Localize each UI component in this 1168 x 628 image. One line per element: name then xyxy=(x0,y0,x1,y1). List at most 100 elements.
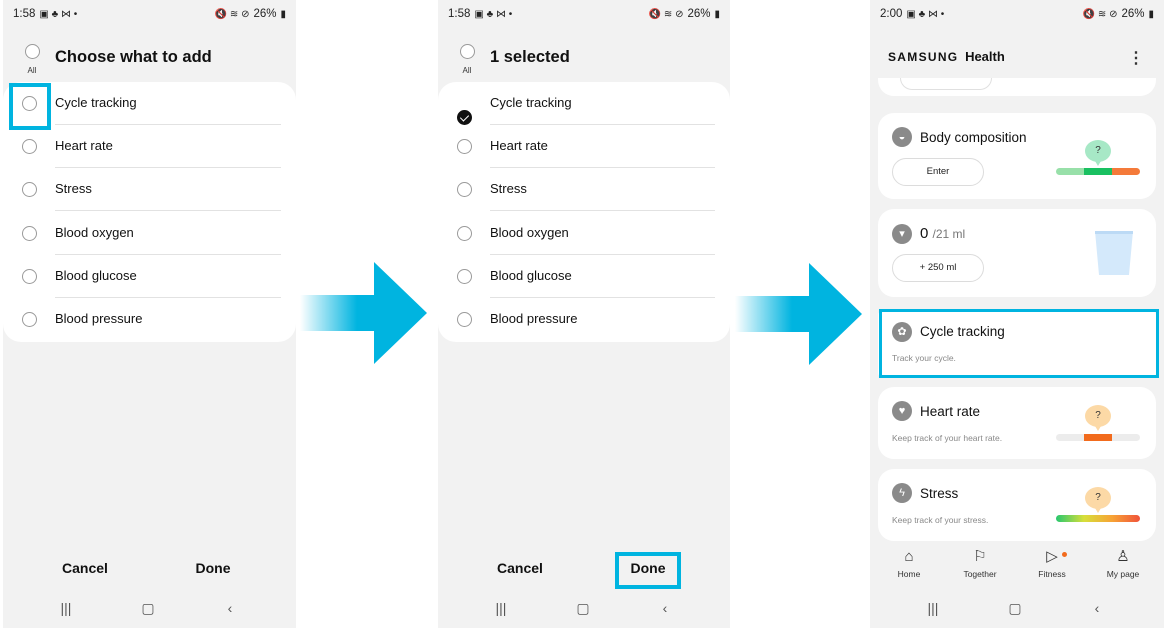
phone-screen-choose: 1:58 ▣ ♣ ⋈ • 🔇 ≋ ⊘ 26% ▮ All Choose what… xyxy=(3,0,296,628)
radio-heart-rate[interactable] xyxy=(22,139,37,154)
item-label: Blood glucose xyxy=(55,268,137,283)
radio-blood-oxygen[interactable] xyxy=(22,226,37,241)
cancel-button[interactable]: Cancel xyxy=(470,560,570,576)
back-icon[interactable]: ‹ xyxy=(655,600,675,616)
back-icon[interactable]: ‹ xyxy=(1087,600,1107,616)
notification-icons: ▣ ♣ ⋈ • xyxy=(39,8,78,20)
radio-stress[interactable] xyxy=(22,182,37,197)
card-title: Body composition xyxy=(920,130,1027,145)
arrow-right-icon xyxy=(735,263,862,365)
back-icon[interactable]: ‹ xyxy=(220,600,240,616)
item-label: Stress xyxy=(490,181,527,196)
heart-rate-bar xyxy=(1056,434,1140,441)
radio-blood-pressure[interactable] xyxy=(457,312,472,327)
select-all-label: All xyxy=(27,66,37,75)
nav-label: Home xyxy=(897,569,921,579)
recents-icon[interactable]: ||| xyxy=(56,600,76,616)
item-list: Cycle tracking Heart rate Stress Blood o… xyxy=(438,82,730,342)
list-item-blood-glucose[interactable]: Blood glucose xyxy=(3,255,296,298)
person-icon: ♙ xyxy=(1116,548,1130,565)
status-bubble: ? xyxy=(1085,487,1111,513)
fitness-icon: ▷ xyxy=(1046,548,1058,565)
battery-percent: 26% xyxy=(1121,8,1145,20)
cancel-button[interactable]: Cancel xyxy=(35,560,135,576)
more-options-icon[interactable]: ⋮ xyxy=(1128,48,1144,68)
list-item-stress[interactable]: Stress xyxy=(438,168,730,211)
select-all-toggle[interactable]: All xyxy=(21,44,43,75)
bottom-navigation: ⌂ Home ⚐ Together ▷ Fitness ♙ My page xyxy=(870,548,1164,588)
body-composition-bar xyxy=(1056,168,1140,175)
list-item-blood-glucose[interactable]: Blood glucose xyxy=(438,255,730,298)
sheet-title: 1 selected xyxy=(490,48,570,66)
select-all-radio[interactable] xyxy=(24,44,40,59)
water-intake: 0 /21 ml xyxy=(920,225,965,242)
nav-label: Fitness xyxy=(1038,569,1066,579)
status-bar: 1:58 ▣ ♣ ⋈ • 🔇 ≋ ⊘ 26% ▮ xyxy=(13,6,286,22)
phone-screen-selected: 1:58 ▣ ♣ ⋈ • 🔇 ≋ ⊘ 26% ▮ All 1 selected … xyxy=(438,0,730,628)
water-glass-icon xyxy=(1095,231,1133,275)
status-time: 1:58 xyxy=(448,8,471,20)
phone-screen-samsung-health: 2:00 ▣ ♣ ⋈ • 🔇 ≋ ⊘ 26% ▮ SAMSUNG Health … xyxy=(870,0,1164,628)
item-label: Cycle tracking xyxy=(55,95,137,110)
recents-icon[interactable]: ||| xyxy=(923,600,943,616)
radio-blood-glucose[interactable] xyxy=(457,269,472,284)
highlight-box-cycle-card xyxy=(879,309,1159,378)
radio-heart-rate[interactable] xyxy=(457,139,472,154)
battery-icon: ▮ xyxy=(1148,8,1154,20)
item-label: Cycle tracking xyxy=(490,95,572,110)
flag-icon: ⚐ xyxy=(973,548,987,565)
card-partial xyxy=(878,78,1156,96)
list-item-heart-rate[interactable]: Heart rate xyxy=(3,125,296,168)
item-label: Stress xyxy=(55,181,92,196)
item-label: Heart rate xyxy=(55,138,113,153)
highlight-box-cycle-radio xyxy=(9,83,51,130)
list-item-blood-pressure[interactable]: Blood pressure xyxy=(438,298,730,341)
item-label: Blood oxygen xyxy=(490,225,569,240)
battery-icon: ▮ xyxy=(280,8,286,20)
radio-stress[interactable] xyxy=(457,182,472,197)
select-all-radio[interactable] xyxy=(459,44,475,59)
enter-button[interactable]: Enter xyxy=(892,158,984,186)
card-title: Stress xyxy=(920,486,959,501)
list-item-cycle-tracking[interactable]: Cycle tracking xyxy=(438,82,730,125)
water-goal: /21 ml xyxy=(932,227,966,241)
nav-fitness[interactable]: ▷ Fitness xyxy=(1022,548,1082,579)
recents-icon[interactable]: ||| xyxy=(491,600,511,616)
notification-icons: ▣ ♣ ⋈ • xyxy=(906,8,945,20)
water-value: 0 xyxy=(920,225,929,242)
radio-blood-glucose[interactable] xyxy=(22,269,37,284)
sheet-title: Choose what to add xyxy=(55,48,212,66)
nav-label: My page xyxy=(1106,569,1140,579)
item-label: Heart rate xyxy=(490,138,548,153)
list-item-blood-oxygen[interactable]: Blood oxygen xyxy=(438,212,730,255)
list-item-heart-rate[interactable]: Heart rate xyxy=(438,125,730,168)
list-item-blood-pressure[interactable]: Blood pressure xyxy=(3,298,296,341)
card-stress[interactable]: ϟ Stress Keep track of your stress. ? xyxy=(878,469,1156,541)
add-water-button[interactable]: + 250 ml xyxy=(892,254,984,282)
card-water[interactable]: ▾ 0 /21 ml + 250 ml xyxy=(878,209,1156,297)
select-all-toggle[interactable]: All xyxy=(456,44,478,75)
radio-blood-pressure[interactable] xyxy=(22,312,37,327)
done-button[interactable]: Done xyxy=(163,560,263,576)
list-item-blood-oxygen[interactable]: Blood oxygen xyxy=(3,212,296,255)
item-label: Blood pressure xyxy=(490,311,578,326)
nav-my-page[interactable]: ♙ My page xyxy=(1093,548,1153,579)
highlight-box-done xyxy=(615,552,681,589)
divider xyxy=(490,210,715,211)
brand-logo: SAMSUNG xyxy=(888,50,959,64)
card-body-composition[interactable]: ◒ Body composition Enter ? xyxy=(878,113,1156,199)
item-label: Blood oxygen xyxy=(55,225,134,240)
nav-home[interactable]: ⌂ Home xyxy=(879,548,939,579)
status-icons: 🔇 ≋ ⊘ xyxy=(214,8,250,20)
card-heart-rate[interactable]: ♥ Heart rate Keep track of your heart ra… xyxy=(878,387,1156,459)
nav-together[interactable]: ⚐ Together xyxy=(950,548,1010,579)
status-bar: 2:00 ▣ ♣ ⋈ • 🔇 ≋ ⊘ 26% ▮ xyxy=(880,6,1154,22)
home-nav-icon[interactable]: ▢ xyxy=(1005,600,1025,617)
battery-icon: ▮ xyxy=(714,8,720,20)
radio-blood-oxygen[interactable] xyxy=(457,226,472,241)
list-item-stress[interactable]: Stress xyxy=(3,168,296,211)
home-nav-icon[interactable]: ▢ xyxy=(573,600,593,617)
home-nav-icon[interactable]: ▢ xyxy=(138,600,158,617)
radio-cycle-tracking-checked[interactable] xyxy=(457,110,472,125)
nav-label: Together xyxy=(963,569,997,579)
